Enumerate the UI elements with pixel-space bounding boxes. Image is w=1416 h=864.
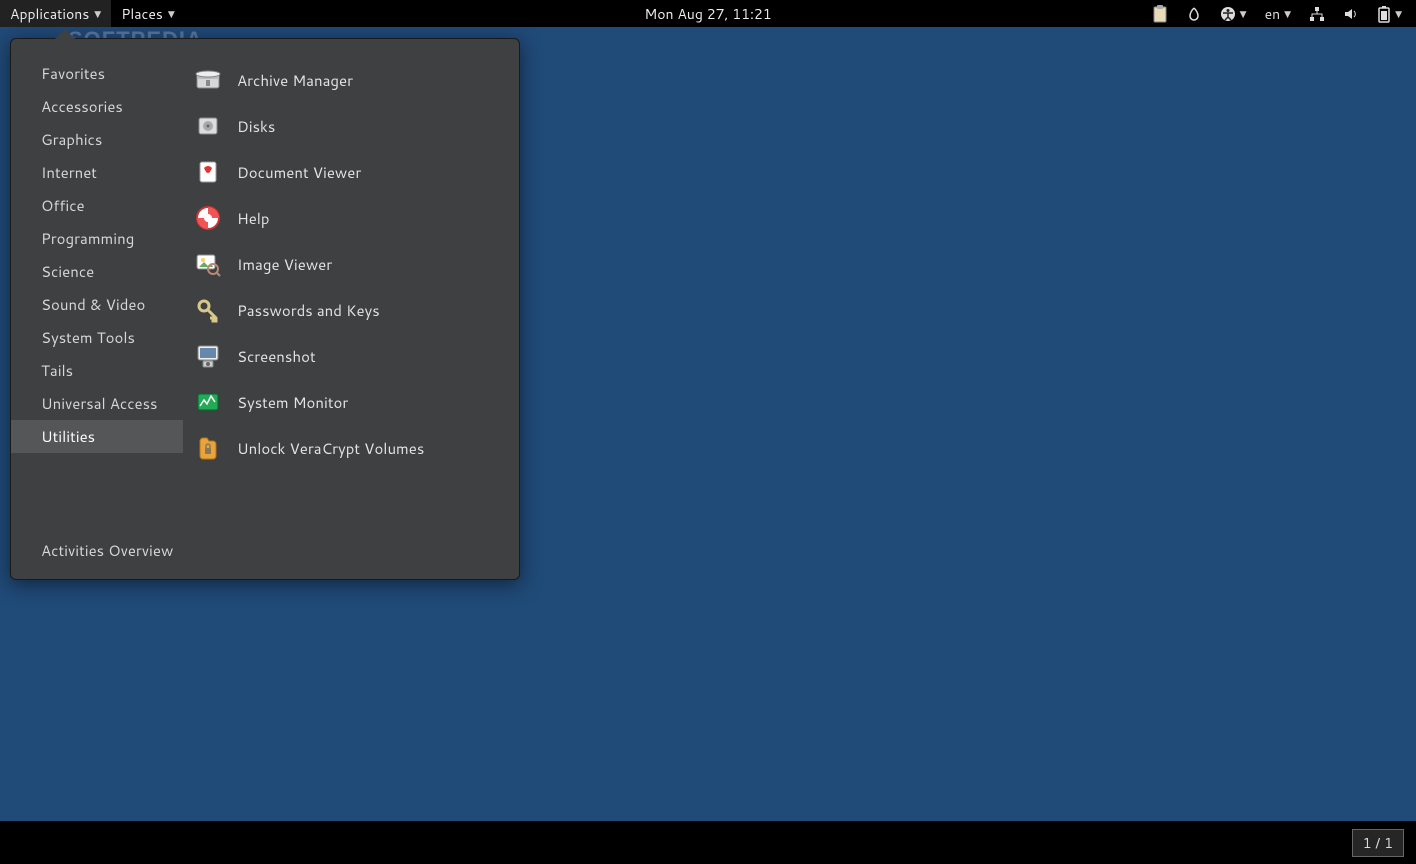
app-item[interactable]: Image Viewer bbox=[183, 241, 519, 287]
keyboard-layout-label: en bbox=[1265, 4, 1281, 24]
app-label: Image Viewer bbox=[237, 254, 332, 275]
category-label: Sound & Video bbox=[41, 294, 145, 315]
category-label: Internet bbox=[41, 162, 97, 183]
chevron-down-icon: ▼ bbox=[1284, 7, 1291, 20]
category-label: Programming bbox=[41, 228, 134, 249]
category-list: Favorites Accessories Graphics Internet Offi… bbox=[11, 55, 183, 528]
category-item[interactable]: Office bbox=[11, 189, 183, 222]
category-item[interactable]: Tails bbox=[11, 354, 183, 387]
category-item[interactable]: Favorites bbox=[11, 57, 183, 90]
top-panel: Applications ▼ Places ▼ Mon Aug 27, 11:2… bbox=[0, 0, 1416, 27]
applications-menu-label: Applications bbox=[10, 4, 89, 24]
app-label: Unlock VeraCrypt Volumes bbox=[237, 438, 424, 459]
category-item[interactable]: Sound & Video bbox=[11, 288, 183, 321]
app-item[interactable]: Passwords and Keys bbox=[183, 287, 519, 333]
screenshot-icon bbox=[193, 341, 223, 371]
app-label: System Monitor bbox=[237, 392, 348, 413]
app-item[interactable]: Archive Manager bbox=[183, 57, 519, 103]
disks-icon bbox=[193, 111, 223, 141]
category-label: Tails bbox=[41, 360, 73, 381]
category-label: Favorites bbox=[41, 63, 105, 84]
category-item[interactable]: Science bbox=[11, 255, 183, 288]
battery-icon[interactable]: ▼ bbox=[1377, 5, 1402, 23]
chevron-down-icon: ▼ bbox=[168, 7, 175, 20]
app-label: Help bbox=[237, 208, 270, 229]
workspace-pager-label: 1 / 1 bbox=[1363, 833, 1393, 853]
bottom-panel: 1 / 1 bbox=[0, 821, 1416, 864]
docviewer-icon bbox=[193, 157, 223, 187]
accessibility-icon[interactable]: ▼ bbox=[1220, 6, 1247, 22]
keyboard-layout-indicator[interactable]: en ▼ bbox=[1265, 4, 1292, 24]
help-icon bbox=[193, 203, 223, 233]
sysmon-icon bbox=[193, 387, 223, 417]
chevron-down-icon: ▼ bbox=[1395, 7, 1402, 20]
app-item[interactable]: Screenshot bbox=[183, 333, 519, 379]
category-item[interactable]: Accessories bbox=[11, 90, 183, 123]
chevron-down-icon: ▼ bbox=[1240, 7, 1247, 20]
network-icon[interactable] bbox=[1309, 6, 1325, 22]
category-label: Science bbox=[41, 261, 94, 282]
category-item[interactable]: Internet bbox=[11, 156, 183, 189]
category-item[interactable]: Graphics bbox=[11, 123, 183, 156]
places-menu-button[interactable]: Places ▼ bbox=[111, 0, 185, 27]
activities-overview-item[interactable]: Activities Overview bbox=[11, 528, 519, 579]
veracrypt-icon bbox=[193, 433, 223, 463]
clock[interactable]: Mon Aug 27, 11:21 bbox=[644, 4, 771, 24]
app-label: Screenshot bbox=[237, 346, 316, 367]
category-label: Utilities bbox=[41, 426, 95, 447]
app-item[interactable]: System Monitor bbox=[183, 379, 519, 425]
applications-menu-popup: Favorites Accessories Graphics Internet Offi… bbox=[10, 38, 520, 580]
workspace-pager[interactable]: 1 / 1 bbox=[1352, 829, 1404, 857]
archive-icon bbox=[193, 65, 223, 95]
places-menu-label: Places bbox=[121, 4, 163, 24]
category-label: Accessories bbox=[41, 96, 123, 117]
category-item[interactable]: System Tools bbox=[11, 321, 183, 354]
category-item[interactable]: Utilities bbox=[11, 420, 183, 453]
app-label: Document Viewer bbox=[237, 162, 361, 183]
app-item[interactable]: Document Viewer bbox=[183, 149, 519, 195]
app-label: Archive Manager bbox=[237, 70, 353, 91]
app-item[interactable]: Disks bbox=[183, 103, 519, 149]
chevron-down-icon: ▼ bbox=[94, 7, 101, 20]
volume-icon[interactable] bbox=[1343, 6, 1359, 22]
category-item[interactable]: Programming bbox=[11, 222, 183, 255]
app-label: Disks bbox=[237, 116, 275, 137]
app-item[interactable]: Unlock VeraCrypt Volumes bbox=[183, 425, 519, 471]
keys-icon bbox=[193, 295, 223, 325]
category-item[interactable]: Universal Access bbox=[11, 387, 183, 420]
category-label: Universal Access bbox=[41, 393, 158, 414]
applications-menu-button[interactable]: Applications ▼ bbox=[0, 0, 111, 27]
clipboard-icon[interactable] bbox=[1152, 5, 1168, 23]
category-label: Office bbox=[41, 195, 85, 216]
category-label: Graphics bbox=[41, 129, 102, 150]
imageviewer-icon bbox=[193, 249, 223, 279]
activities-overview-label: Activities Overview bbox=[41, 540, 173, 561]
app-item[interactable]: Help bbox=[183, 195, 519, 241]
app-label: Passwords and Keys bbox=[237, 300, 380, 321]
category-label: System Tools bbox=[41, 327, 135, 348]
tor-onion-icon[interactable] bbox=[1186, 6, 1202, 22]
application-list: Archive Manager Disks Document Viewer Help I… bbox=[183, 55, 519, 528]
